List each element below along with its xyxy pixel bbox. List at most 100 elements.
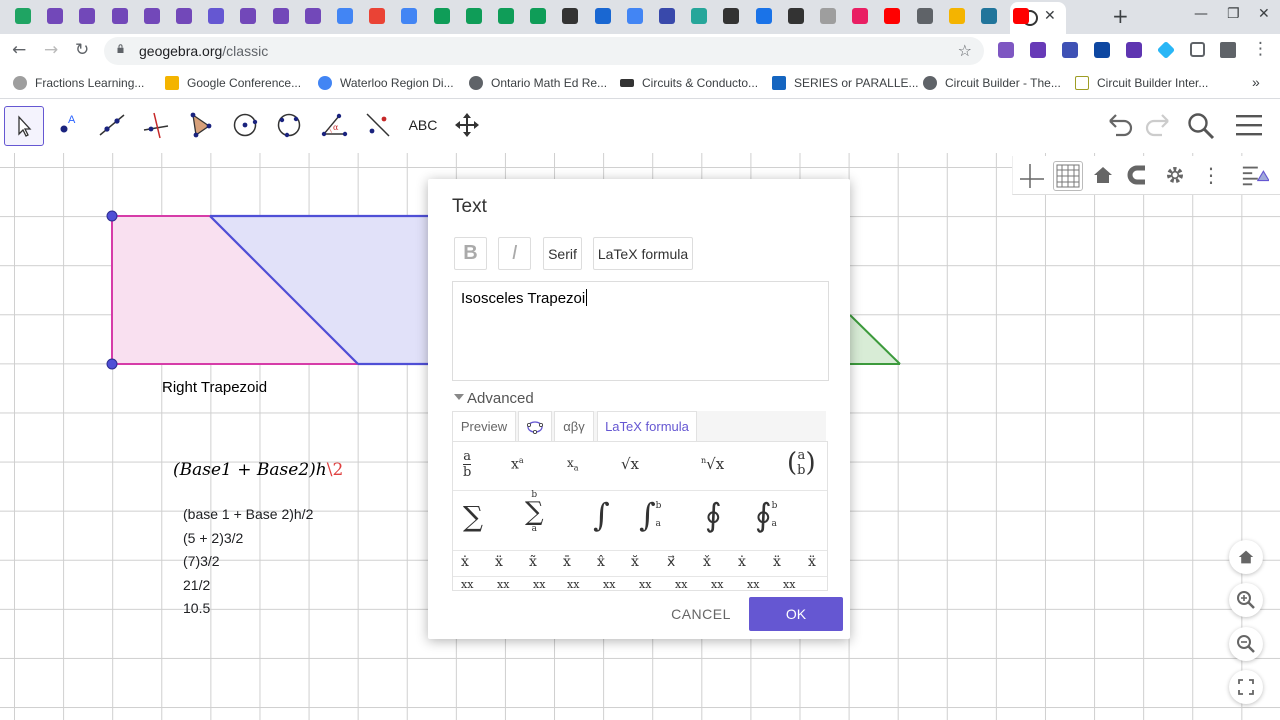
perpendicular-tool[interactable]: [137, 106, 175, 144]
extension-dark-icon[interactable]: [1062, 42, 1078, 58]
graphics-settings-button[interactable]: [1161, 161, 1189, 189]
overarrow-symbol[interactable]: xx: [461, 578, 473, 590]
browser-tab[interactable]: [463, 5, 485, 27]
sum-limits-symbol[interactable]: b ∑ a: [525, 490, 544, 534]
extension-purple-2-icon[interactable]: [1030, 42, 1046, 58]
line-tool[interactable]: [93, 106, 131, 144]
hamburger-menu-icon[interactable]: [1235, 111, 1263, 139]
accent-symbol[interactable]: x̂: [597, 554, 605, 570]
point-top-left[interactable]: [106, 210, 118, 222]
bookmark-star-icon[interactable]: ☆: [958, 41, 972, 60]
bookmark-item[interactable]: SERIES or PARALLE...: [772, 76, 919, 90]
tab-greek[interactable]: αβγ: [554, 411, 594, 442]
sum-symbol[interactable]: ∑: [463, 500, 483, 533]
home-view-button[interactable]: [1089, 161, 1117, 189]
accent-symbol[interactable]: ẍ: [773, 554, 781, 570]
minimize-icon[interactable]: —: [1194, 6, 1208, 22]
angle-tool[interactable]: α: [315, 106, 353, 144]
new-tab-button[interactable]: +: [1112, 4, 1129, 28]
browser-tab[interactable]: [881, 5, 903, 27]
overarrow-symbol[interactable]: xx: [783, 578, 795, 590]
browser-tab[interactable]: [624, 5, 646, 27]
toggle-algebra-view-icon[interactable]: [1241, 161, 1269, 189]
close-window-icon[interactable]: ✕: [1258, 6, 1270, 22]
browser-tab[interactable]: [205, 5, 227, 27]
accent-symbol[interactable]: ẍ: [808, 554, 816, 570]
bold-button[interactable]: B: [454, 237, 487, 270]
browser-tab[interactable]: [270, 5, 292, 27]
overarrow-symbol[interactable]: xx: [711, 578, 723, 590]
overarrow-symbol[interactable]: xx: [747, 578, 759, 590]
right-trapezoid-label[interactable]: Right Trapezoid: [162, 379, 267, 396]
search-icon[interactable]: [1186, 111, 1216, 141]
back-icon[interactable]: ←: [12, 40, 26, 60]
accent-symbol[interactable]: x̄: [563, 554, 571, 570]
serif-button[interactable]: Serif: [543, 237, 582, 270]
browser-tab[interactable]: [109, 5, 131, 27]
point-bottom-left[interactable]: [106, 358, 118, 370]
browser-tab[interactable]: [559, 5, 581, 27]
browser-tab[interactable]: [656, 5, 678, 27]
fraction-symbol[interactable]: ab: [463, 449, 472, 480]
bookmarks-overflow-button[interactable]: »: [1252, 74, 1260, 90]
zoom-in-button[interactable]: [1229, 583, 1263, 617]
undo-icon[interactable]: [1104, 111, 1136, 139]
address-bar[interactable]: geogebra.org/classic ☆: [104, 37, 984, 65]
zoom-out-button[interactable]: [1229, 627, 1263, 661]
browser-tab[interactable]: [173, 5, 195, 27]
contour-integral-symbol[interactable]: ∮: [705, 496, 722, 534]
calculation-text[interactable]: (base 1 + Base 2)h/2 (5 + 2)3/2 (7)3/2 2…: [183, 503, 313, 621]
nth-root-symbol[interactable]: n√x: [701, 455, 724, 473]
overarrow-symbol[interactable]: xx: [497, 578, 509, 590]
latex-formula-text[interactable]: (Base1 + Base2)h\2: [173, 460, 343, 480]
browser-tab[interactable]: [237, 5, 259, 27]
bookmark-item[interactable]: Waterloo Region Di...: [318, 76, 454, 90]
restore-icon[interactable]: ❐: [1227, 6, 1240, 22]
bookmark-item[interactable]: Circuit Builder Inter...: [1075, 76, 1208, 90]
integral-symbol[interactable]: ∫: [593, 496, 610, 534]
bookmark-item[interactable]: Google Conference...: [165, 76, 301, 90]
browser-tab[interactable]: [398, 5, 420, 27]
url-text[interactable]: geogebra.org/classic: [139, 43, 268, 59]
extension-diamond-icon[interactable]: [1156, 40, 1176, 60]
subscript-symbol[interactable]: xa: [567, 456, 579, 472]
reflect-tool[interactable]: [359, 106, 397, 144]
conic-tool[interactable]: [270, 106, 308, 144]
fullscreen-button[interactable]: [1229, 670, 1263, 704]
standard-view-button[interactable]: [1229, 540, 1263, 574]
sqrt-symbol[interactable]: √x: [621, 455, 639, 473]
browser-tab[interactable]: [946, 5, 968, 27]
browser-tab[interactable]: [495, 5, 517, 27]
tab-preview[interactable]: Preview: [452, 411, 516, 442]
browser-tab[interactable]: [141, 5, 163, 27]
tab-latex-formula[interactable]: LaTeX formula: [597, 411, 697, 442]
point-capturing-button[interactable]: [1125, 161, 1153, 189]
superscript-symbol[interactable]: xa: [511, 456, 524, 473]
move-graphics-tool[interactable]: [448, 106, 486, 144]
browser-tab[interactable]: [334, 5, 356, 27]
accent-symbol[interactable]: x⃗: [667, 554, 675, 570]
toggle-axes-button[interactable]: [1017, 161, 1045, 189]
more-options-icon[interactable]: ⋮: [1197, 161, 1225, 189]
circle-tool[interactable]: [226, 106, 264, 144]
browser-tab[interactable]: [785, 5, 807, 27]
browser-tab[interactable]: [688, 5, 710, 27]
accent-symbol[interactable]: x̌: [703, 554, 711, 570]
point-tool[interactable]: A: [49, 106, 87, 144]
forward-icon[interactable]: →: [44, 40, 58, 60]
tab-objects[interactable]: [518, 411, 552, 442]
bookmark-item[interactable]: Circuits & Conducto...: [620, 76, 758, 90]
browser-tab[interactable]: [753, 5, 775, 27]
close-tab-icon[interactable]: ✕: [1044, 8, 1056, 24]
contour-integral-limits-symbol[interactable]: ∮ba: [755, 496, 777, 534]
toggle-grid-button[interactable]: [1053, 161, 1083, 191]
browser-tab[interactable]: [1010, 5, 1032, 27]
italic-button[interactable]: I: [498, 237, 531, 270]
browser-tab[interactable]: [12, 5, 34, 27]
text-input[interactable]: Isosceles Trapezoi: [452, 281, 829, 381]
extensions-puzzle-icon[interactable]: [1220, 42, 1236, 58]
redo-icon[interactable]: [1142, 111, 1174, 139]
browser-tab[interactable]: [720, 5, 742, 27]
latex-formula-button[interactable]: LaTeX formula: [593, 237, 693, 270]
browser-tab[interactable]: [44, 5, 66, 27]
